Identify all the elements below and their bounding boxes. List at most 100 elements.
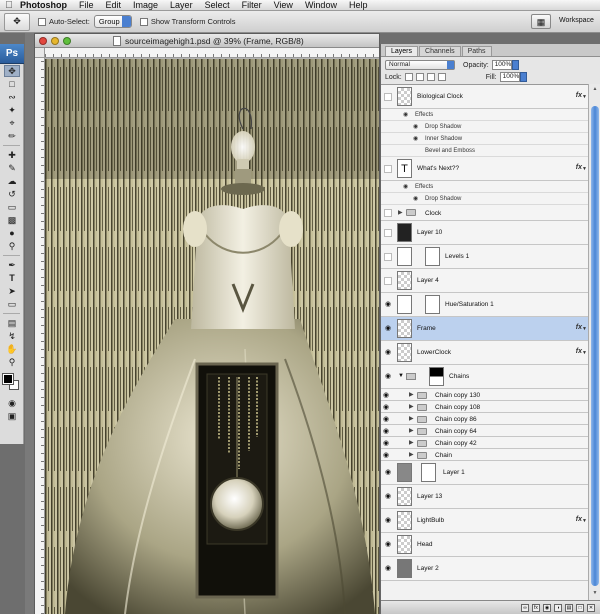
color-swatches[interactable] — [0, 372, 23, 396]
eye-icon[interactable]: ◉ — [383, 427, 389, 435]
gradient-tool-icon[interactable]: ▩ — [4, 214, 20, 226]
eye-icon[interactable]: ◉ — [383, 348, 393, 356]
menu-app-photoshop[interactable]: Photoshop — [18, 0, 73, 11]
foreground-color-swatch[interactable] — [2, 373, 14, 385]
move-tool-preset-icon[interactable]: ✥ — [4, 12, 30, 31]
eye-icon[interactable]: ◉ — [383, 451, 389, 459]
group-chain-copy-108[interactable]: ◉ ▶ Chain copy 108 — [381, 401, 588, 413]
show-transform-checkbox[interactable] — [139, 17, 148, 26]
hand-tool-icon[interactable]: ✋ — [4, 343, 20, 355]
eye-icon[interactable]: ◉ — [383, 439, 389, 447]
dodge-tool-icon[interactable]: ⚲ — [4, 240, 20, 252]
eye-icon[interactable]: ◉ — [413, 135, 418, 142]
crop-tool-icon[interactable]: ⌖ — [4, 117, 20, 129]
eye-icon[interactable]: ◉ — [383, 492, 393, 500]
layer-biological-clock[interactable]: Biological Clock fx ▼ — [381, 85, 588, 109]
path-selection-tool-icon[interactable]: ➤ — [4, 285, 20, 297]
move-tool-icon[interactable]: ✥ — [4, 65, 20, 77]
eye-icon[interactable]: ◉ — [383, 516, 393, 524]
menu-help[interactable]: Help — [343, 0, 374, 11]
layers-scrollbar[interactable]: ▲ ▼ — [588, 84, 600, 600]
menu-filter[interactable]: Filter — [236, 0, 268, 11]
eye-icon[interactable]: ◉ — [383, 300, 393, 308]
marquee-tool-icon[interactable]: □ — [4, 78, 20, 90]
horizontal-ruler[interactable] — [45, 48, 379, 58]
group-chains[interactable]: ◉ ▼ Chains — [381, 365, 588, 389]
history-brush-tool-icon[interactable]: ↺ — [4, 188, 20, 200]
eye-icon[interactable]: ◉ — [383, 468, 393, 476]
eyedropper-tool-icon[interactable]: ✏ — [4, 130, 20, 142]
link-layers-icon[interactable]: ∞ — [521, 603, 529, 612]
visibility-toggle[interactable] — [384, 277, 392, 285]
blur-tool-icon[interactable]: ● — [4, 227, 20, 239]
expand-effects-icon[interactable]: ▼ — [582, 350, 587, 356]
eye-icon[interactable]: ◉ — [383, 372, 393, 380]
scroll-up-icon[interactable]: ▲ — [591, 86, 599, 92]
lock-pixels-checkbox[interactable] — [415, 73, 424, 81]
workspace-button[interactable]: Workspace — [559, 17, 594, 24]
workspace-icon[interactable]: ▦ — [531, 14, 551, 29]
eye-icon[interactable]: ◉ — [383, 415, 389, 423]
effect-drop-shadow[interactable]: ◉ Drop Shadow — [381, 193, 588, 205]
group-chain-copy-130[interactable]: ◉ ▶ Chain copy 130 — [381, 389, 588, 401]
adjustment-layer-icon[interactable]: ◑ — [554, 603, 562, 612]
layer-levels-1[interactable]: Levels 1 — [381, 245, 588, 269]
type-tool-icon[interactable]: T — [4, 272, 20, 284]
opacity-slider-button[interactable] — [511, 60, 519, 70]
menu-view[interactable]: View — [268, 0, 299, 11]
effect-drop-shadow[interactable]: ◉ Drop Shadow — [381, 121, 588, 133]
layer-lowerclock[interactable]: ◉ LowerClock fx ▼ — [381, 341, 588, 365]
visibility-toggle[interactable] — [384, 209, 392, 217]
tab-channels[interactable]: Channels — [419, 46, 461, 56]
expand-effects-icon[interactable]: ▼ — [582, 166, 587, 172]
blend-mode-select[interactable]: Normal — [385, 60, 455, 70]
zoom-tool-icon[interactable]: ⚲ — [4, 356, 20, 368]
effect-bevel-emboss[interactable]: Bevel and Emboss — [381, 145, 588, 157]
quick-mask-icon[interactable]: ◉ — [4, 397, 20, 409]
layer-head[interactable]: ◉ Head — [381, 533, 588, 557]
effect-inner-shadow[interactable]: ◉ Inner Shadow — [381, 133, 588, 145]
scroll-down-icon[interactable]: ▼ — [591, 590, 599, 596]
layer-layer-1[interactable]: ◉ Layer 1 — [381, 461, 588, 485]
eye-icon[interactable]: ◉ — [383, 403, 389, 411]
layer-whats-next[interactable]: T What's Next?? fx ▼ — [381, 157, 588, 181]
effects-row[interactable]: ◉ Effects — [381, 181, 588, 193]
add-style-icon[interactable]: fx — [532, 603, 540, 612]
minimize-window-icon[interactable] — [51, 36, 59, 45]
expand-group-icon[interactable]: ▶ — [409, 415, 414, 422]
zoom-window-icon[interactable] — [63, 36, 71, 45]
healing-brush-tool-icon[interactable]: ✚ — [4, 149, 20, 161]
notes-tool-icon[interactable]: ▤ — [4, 317, 20, 329]
layer-layer-2[interactable]: ◉ Layer 2 — [381, 557, 588, 581]
auto-select-checkbox[interactable] — [38, 17, 46, 26]
menu-image[interactable]: Image — [127, 0, 164, 11]
group-chain[interactable]: ◉ ▶ Chain — [381, 449, 588, 461]
group-chain-copy-64[interactable]: ◉ ▶ Chain copy 64 — [381, 425, 588, 437]
layer-layer-10[interactable]: Layer 10 — [381, 221, 588, 245]
eye-icon[interactable]: ◉ — [403, 111, 408, 118]
tab-paths[interactable]: Paths — [461, 46, 492, 56]
eye-icon[interactable]: ◉ — [413, 195, 418, 202]
layer-hue-saturation-1[interactable]: ◉ Hue/Saturation 1 — [381, 293, 588, 317]
new-group-icon[interactable]: ▤ — [565, 603, 573, 612]
group-clock[interactable]: ▶ Clock — [381, 205, 588, 221]
magic-wand-tool-icon[interactable]: ✦ — [4, 104, 20, 116]
visibility-toggle[interactable] — [384, 93, 392, 101]
menu-edit[interactable]: Edit — [100, 0, 128, 11]
eye-icon[interactable]: ◉ — [403, 183, 408, 190]
fill-input[interactable]: 100% — [499, 72, 520, 82]
brush-tool-icon[interactable]: ✎ — [4, 162, 20, 174]
layer-layer-4[interactable]: Layer 4 — [381, 269, 588, 293]
eye-icon[interactable]: ◉ — [383, 324, 393, 332]
menu-window[interactable]: Window — [299, 0, 343, 11]
layer-frame[interactable]: ◉ Frame fx ▼ — [381, 317, 588, 341]
eye-icon[interactable]: ◉ — [383, 391, 389, 399]
add-mask-icon[interactable]: ◉ — [543, 603, 551, 612]
collapse-group-icon[interactable]: ▼ — [398, 373, 404, 379]
delete-layer-icon[interactable]: ✕ — [587, 603, 595, 612]
new-layer-icon[interactable]: □ — [576, 603, 584, 612]
lock-transparency-checkbox[interactable] — [404, 73, 413, 81]
screen-mode-icon[interactable]: ▣ — [4, 410, 20, 422]
menu-select[interactable]: Select — [199, 0, 236, 11]
menu-layer[interactable]: Layer — [164, 0, 199, 11]
